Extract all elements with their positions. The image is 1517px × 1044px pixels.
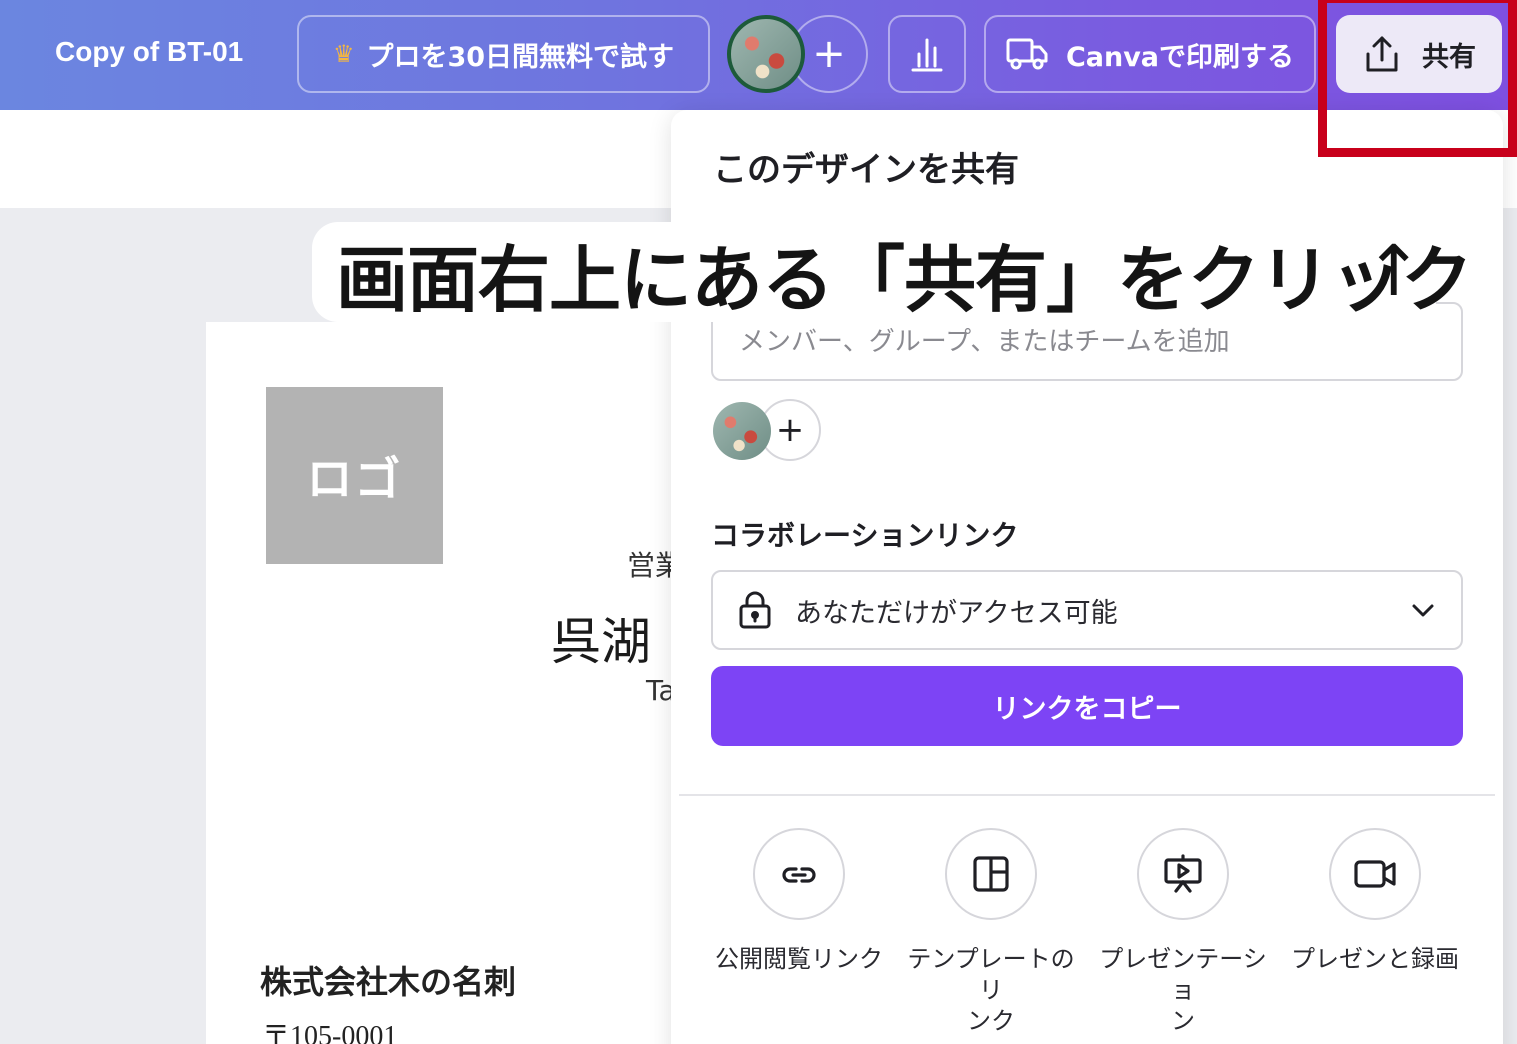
opt-label: 公開閲覧リンク [715,945,883,973]
opt-label: プレゼンテーション [1099,945,1267,1035]
document-title[interactable]: Copy of BT-01 [55,36,243,68]
user-avatar[interactable] [727,15,805,93]
panel-divider [679,794,1495,796]
collab-link-heading: コラボレーションリンク [711,519,1019,552]
instruction-text: 画面右上にある「共有」をクリック [336,238,1473,322]
opt-label: プレゼンと録画 [1291,945,1459,973]
access-level-value: あなただけがアクセス可能 [795,597,1118,629]
template-icon [973,856,1009,892]
copy-link-button[interactable]: リンクをコピー [711,666,1463,746]
top-toolbar: Copy of BT-01 ♛ プロを30日間無料で試す + Canvaで印刷す… [0,0,1517,110]
share-highlight-frame [1318,0,1517,157]
template-link-option[interactable]: テンプレートのリ ンク [896,828,1086,1037]
lock-icon [739,591,771,629]
print-with-canva-button[interactable]: Canvaで印刷する [984,15,1316,93]
present-and-record-option[interactable]: プレゼンと録画 [1280,828,1470,975]
opt-circle [1329,828,1421,920]
instruction-caption: 画面右上にある「共有」をクリック ↑ [312,222,1473,322]
owner-avatar [713,402,771,460]
delivery-truck-icon [1006,38,1048,70]
opt-circle [1137,828,1229,920]
card-postal-text: 〒105-0001 [262,1021,398,1044]
card-name-text: 呉湖 [551,613,651,671]
try-pro-button[interactable]: ♛ プロを30日間無料で試す [297,15,710,93]
presentation-icon [1164,854,1202,893]
bar-chart-icon [911,38,943,72]
video-camera-icon [1354,860,1396,888]
share-panel-title: このデザインを共有 [713,150,1019,190]
link-icon [782,867,816,883]
opt-label: テンプレートのリ ンク [907,945,1075,1035]
crown-icon: ♛ [332,40,355,68]
insights-button[interactable] [888,15,966,93]
opt-circle [753,828,845,920]
presentation-option[interactable]: プレゼンテーション [1088,828,1278,1037]
access-level-select[interactable]: あなただけがアクセス可能 [711,570,1463,650]
card-company-text: 株式会社木の名刺 [260,963,517,1001]
up-arrow-icon: ↑ [1364,230,1423,312]
print-label: Canvaで印刷する [1065,41,1295,73]
public-view-link-option[interactable]: 公開閲覧リンク [704,828,894,975]
chevron-down-icon [1412,604,1434,617]
opt-circle [945,828,1037,920]
logo-placeholder: ロゴ [266,387,443,564]
try-pro-label: プロを30日間無料で試す [366,41,675,73]
